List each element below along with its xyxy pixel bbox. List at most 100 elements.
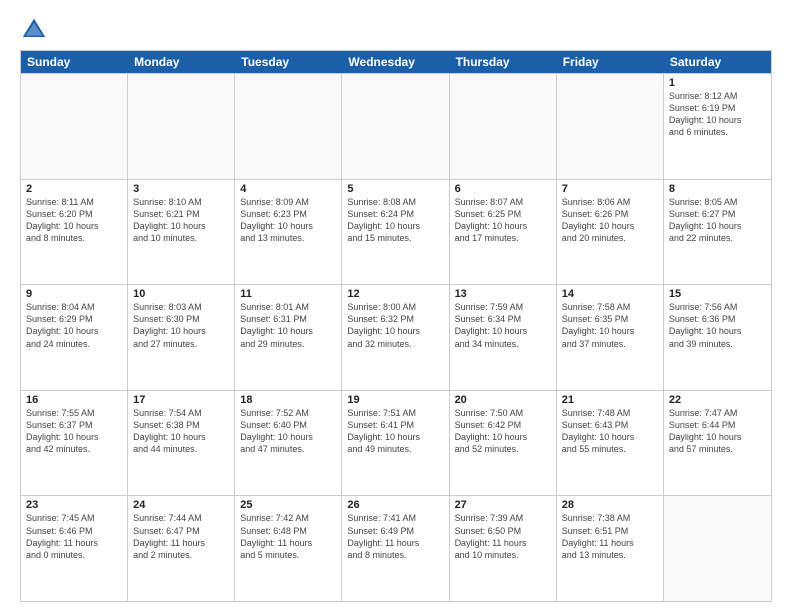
calendar-cell: 23Sunrise: 7:45 AM Sunset: 6:46 PM Dayli… — [21, 496, 128, 601]
day-number: 24 — [133, 499, 229, 511]
calendar-cell: 17Sunrise: 7:54 AM Sunset: 6:38 PM Dayli… — [128, 391, 235, 496]
day-number: 13 — [455, 288, 551, 300]
day-number: 3 — [133, 183, 229, 195]
calendar-cell: 10Sunrise: 8:03 AM Sunset: 6:30 PM Dayli… — [128, 285, 235, 390]
calendar: SundayMondayTuesdayWednesdayThursdayFrid… — [20, 50, 772, 602]
day-number: 5 — [347, 183, 443, 195]
day-info: Sunrise: 8:08 AM Sunset: 6:24 PM Dayligh… — [347, 196, 443, 245]
day-info: Sunrise: 8:12 AM Sunset: 6:19 PM Dayligh… — [669, 90, 766, 139]
calendar-cell: 11Sunrise: 8:01 AM Sunset: 6:31 PM Dayli… — [235, 285, 342, 390]
calendar-cell: 14Sunrise: 7:58 AM Sunset: 6:35 PM Dayli… — [557, 285, 664, 390]
day-number: 19 — [347, 394, 443, 406]
calendar-week-4: 16Sunrise: 7:55 AM Sunset: 6:37 PM Dayli… — [21, 390, 771, 496]
day-info: Sunrise: 7:55 AM Sunset: 6:37 PM Dayligh… — [26, 407, 122, 456]
day-info: Sunrise: 8:09 AM Sunset: 6:23 PM Dayligh… — [240, 196, 336, 245]
calendar-week-5: 23Sunrise: 7:45 AM Sunset: 6:46 PM Dayli… — [21, 495, 771, 601]
day-info: Sunrise: 7:52 AM Sunset: 6:40 PM Dayligh… — [240, 407, 336, 456]
calendar-cell — [450, 74, 557, 179]
day-number: 27 — [455, 499, 551, 511]
day-number: 23 — [26, 499, 122, 511]
calendar-cell — [664, 496, 771, 601]
day-info: Sunrise: 8:06 AM Sunset: 6:26 PM Dayligh… — [562, 196, 658, 245]
day-info: Sunrise: 8:03 AM Sunset: 6:30 PM Dayligh… — [133, 301, 229, 350]
calendar-cell: 1Sunrise: 8:12 AM Sunset: 6:19 PM Daylig… — [664, 74, 771, 179]
day-number: 7 — [562, 183, 658, 195]
header-day-sunday: Sunday — [21, 51, 128, 73]
day-info: Sunrise: 7:51 AM Sunset: 6:41 PM Dayligh… — [347, 407, 443, 456]
calendar-cell — [342, 74, 449, 179]
calendar-cell — [557, 74, 664, 179]
calendar-cell: 16Sunrise: 7:55 AM Sunset: 6:37 PM Dayli… — [21, 391, 128, 496]
calendar-cell — [235, 74, 342, 179]
day-number: 14 — [562, 288, 658, 300]
day-number: 18 — [240, 394, 336, 406]
day-number: 16 — [26, 394, 122, 406]
calendar-cell: 18Sunrise: 7:52 AM Sunset: 6:40 PM Dayli… — [235, 391, 342, 496]
day-info: Sunrise: 7:56 AM Sunset: 6:36 PM Dayligh… — [669, 301, 766, 350]
calendar-cell — [21, 74, 128, 179]
calendar-cell: 8Sunrise: 8:05 AM Sunset: 6:27 PM Daylig… — [664, 180, 771, 285]
day-info: Sunrise: 7:38 AM Sunset: 6:51 PM Dayligh… — [562, 512, 658, 561]
calendar-cell: 2Sunrise: 8:11 AM Sunset: 6:20 PM Daylig… — [21, 180, 128, 285]
day-number: 12 — [347, 288, 443, 300]
calendar-body: 1Sunrise: 8:12 AM Sunset: 6:19 PM Daylig… — [21, 73, 771, 601]
day-number: 9 — [26, 288, 122, 300]
day-info: Sunrise: 7:50 AM Sunset: 6:42 PM Dayligh… — [455, 407, 551, 456]
day-info: Sunrise: 7:44 AM Sunset: 6:47 PM Dayligh… — [133, 512, 229, 561]
page: SundayMondayTuesdayWednesdayThursdayFrid… — [0, 0, 792, 612]
calendar-cell: 19Sunrise: 7:51 AM Sunset: 6:41 PM Dayli… — [342, 391, 449, 496]
calendar-week-2: 2Sunrise: 8:11 AM Sunset: 6:20 PM Daylig… — [21, 179, 771, 285]
calendar-cell: 6Sunrise: 8:07 AM Sunset: 6:25 PM Daylig… — [450, 180, 557, 285]
day-info: Sunrise: 7:58 AM Sunset: 6:35 PM Dayligh… — [562, 301, 658, 350]
day-info: Sunrise: 8:01 AM Sunset: 6:31 PM Dayligh… — [240, 301, 336, 350]
day-number: 10 — [133, 288, 229, 300]
day-number: 11 — [240, 288, 336, 300]
day-number: 1 — [669, 77, 766, 89]
day-number: 22 — [669, 394, 766, 406]
day-number: 6 — [455, 183, 551, 195]
header-day-friday: Friday — [557, 51, 664, 73]
calendar-cell: 5Sunrise: 8:08 AM Sunset: 6:24 PM Daylig… — [342, 180, 449, 285]
day-info: Sunrise: 8:10 AM Sunset: 6:21 PM Dayligh… — [133, 196, 229, 245]
calendar-cell: 15Sunrise: 7:56 AM Sunset: 6:36 PM Dayli… — [664, 285, 771, 390]
day-info: Sunrise: 8:00 AM Sunset: 6:32 PM Dayligh… — [347, 301, 443, 350]
day-info: Sunrise: 7:39 AM Sunset: 6:50 PM Dayligh… — [455, 512, 551, 561]
day-info: Sunrise: 8:04 AM Sunset: 6:29 PM Dayligh… — [26, 301, 122, 350]
day-info: Sunrise: 8:07 AM Sunset: 6:25 PM Dayligh… — [455, 196, 551, 245]
header-day-thursday: Thursday — [450, 51, 557, 73]
day-info: Sunrise: 7:47 AM Sunset: 6:44 PM Dayligh… — [669, 407, 766, 456]
calendar-cell: 12Sunrise: 8:00 AM Sunset: 6:32 PM Dayli… — [342, 285, 449, 390]
calendar-cell: 3Sunrise: 8:10 AM Sunset: 6:21 PM Daylig… — [128, 180, 235, 285]
day-number: 21 — [562, 394, 658, 406]
day-info: Sunrise: 7:45 AM Sunset: 6:46 PM Dayligh… — [26, 512, 122, 561]
header-day-wednesday: Wednesday — [342, 51, 449, 73]
day-number: 2 — [26, 183, 122, 195]
header — [20, 16, 772, 44]
calendar-cell: 4Sunrise: 8:09 AM Sunset: 6:23 PM Daylig… — [235, 180, 342, 285]
day-info: Sunrise: 7:42 AM Sunset: 6:48 PM Dayligh… — [240, 512, 336, 561]
calendar-cell: 7Sunrise: 8:06 AM Sunset: 6:26 PM Daylig… — [557, 180, 664, 285]
calendar-cell: 26Sunrise: 7:41 AM Sunset: 6:49 PM Dayli… — [342, 496, 449, 601]
day-info: Sunrise: 8:11 AM Sunset: 6:20 PM Dayligh… — [26, 196, 122, 245]
calendar-cell: 13Sunrise: 7:59 AM Sunset: 6:34 PM Dayli… — [450, 285, 557, 390]
day-info: Sunrise: 8:05 AM Sunset: 6:27 PM Dayligh… — [669, 196, 766, 245]
calendar-cell: 21Sunrise: 7:48 AM Sunset: 6:43 PM Dayli… — [557, 391, 664, 496]
calendar-cell: 24Sunrise: 7:44 AM Sunset: 6:47 PM Dayli… — [128, 496, 235, 601]
day-info: Sunrise: 7:59 AM Sunset: 6:34 PM Dayligh… — [455, 301, 551, 350]
header-day-saturday: Saturday — [664, 51, 771, 73]
header-day-tuesday: Tuesday — [235, 51, 342, 73]
calendar-cell: 28Sunrise: 7:38 AM Sunset: 6:51 PM Dayli… — [557, 496, 664, 601]
day-number: 15 — [669, 288, 766, 300]
day-number: 8 — [669, 183, 766, 195]
calendar-cell: 25Sunrise: 7:42 AM Sunset: 6:48 PM Dayli… — [235, 496, 342, 601]
day-number: 25 — [240, 499, 336, 511]
day-number: 28 — [562, 499, 658, 511]
calendar-cell: 20Sunrise: 7:50 AM Sunset: 6:42 PM Dayli… — [450, 391, 557, 496]
calendar-week-1: 1Sunrise: 8:12 AM Sunset: 6:19 PM Daylig… — [21, 73, 771, 179]
calendar-cell: 9Sunrise: 8:04 AM Sunset: 6:29 PM Daylig… — [21, 285, 128, 390]
logo — [20, 16, 52, 44]
calendar-week-3: 9Sunrise: 8:04 AM Sunset: 6:29 PM Daylig… — [21, 284, 771, 390]
calendar-cell: 27Sunrise: 7:39 AM Sunset: 6:50 PM Dayli… — [450, 496, 557, 601]
day-info: Sunrise: 7:54 AM Sunset: 6:38 PM Dayligh… — [133, 407, 229, 456]
day-info: Sunrise: 7:41 AM Sunset: 6:49 PM Dayligh… — [347, 512, 443, 561]
